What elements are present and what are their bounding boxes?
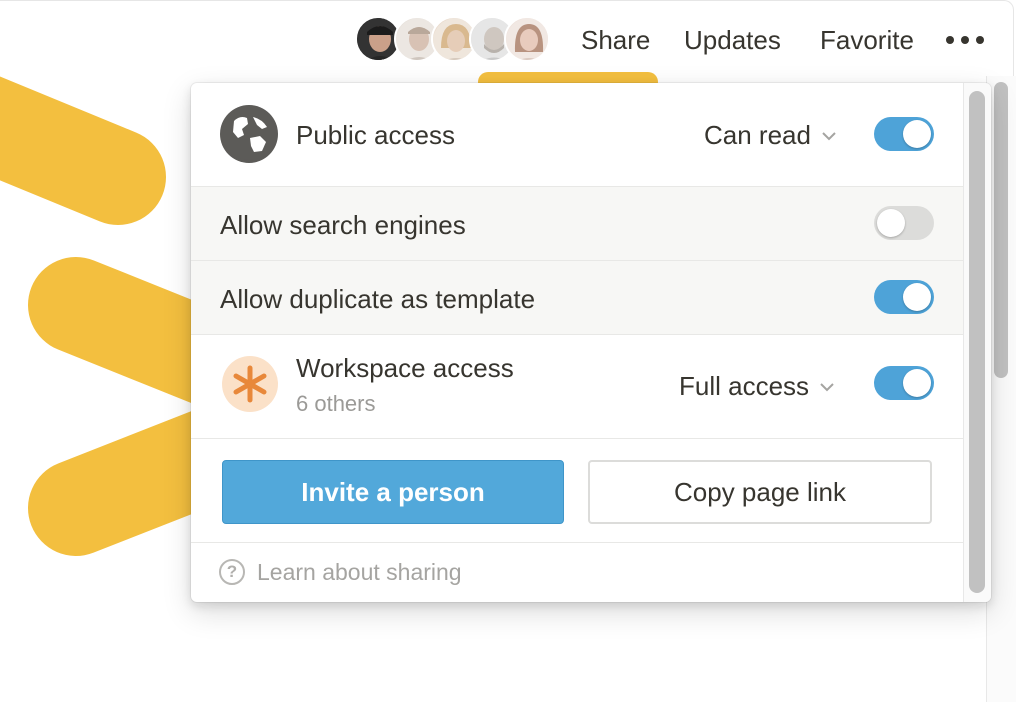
share-menu: Public access Can read Allow search engi… — [191, 83, 991, 602]
copy-page-link-button[interactable]: Copy page link — [588, 460, 932, 524]
duplicate-template-label: Allow duplicate as template — [220, 284, 536, 314]
question-circle-icon: ? — [219, 559, 245, 585]
more-horizontal-icon[interactable] — [942, 22, 988, 58]
public-access-toggle[interactable] — [874, 117, 934, 151]
divider — [191, 438, 963, 439]
public-access-permission-select[interactable]: Can read — [704, 120, 837, 151]
search-engines-label: Allow search engines — [220, 210, 466, 240]
invite-person-button[interactable]: Invite a person — [222, 460, 564, 524]
workspace-access-label: Workspace access — [296, 353, 514, 383]
public-access-permission-value: Can read — [704, 120, 811, 150]
updates-button[interactable]: Updates — [684, 22, 781, 58]
globe-icon — [220, 105, 278, 163]
asterisk-icon — [222, 356, 278, 412]
public-access-label: Public access — [296, 120, 455, 150]
workspace-access-permission-value: Full access — [679, 371, 810, 401]
avatar-5[interactable] — [504, 16, 550, 62]
share-button[interactable]: Share — [581, 22, 650, 58]
search-engines-toggle[interactable] — [874, 206, 934, 240]
workspace-access-permission-select[interactable]: Full access — [679, 371, 835, 402]
favorite-button[interactable]: Favorite — [820, 22, 914, 58]
duplicate-template-row: Allow duplicate as template — [191, 261, 963, 334]
workspace-access-toggle[interactable] — [874, 366, 934, 400]
page-scrollbar-thumb[interactable] — [994, 82, 1008, 378]
learn-about-sharing-link[interactable]: ? Learn about sharing — [219, 557, 462, 587]
search-engines-row: Allow search engines — [191, 187, 963, 260]
chevron-down-icon — [821, 131, 837, 141]
learn-about-sharing-label: Learn about sharing — [257, 558, 462, 585]
public-access-row: Public access Can read — [191, 83, 963, 186]
workspace-access-row: Workspace access 6 others Full access — [191, 335, 963, 438]
duplicate-template-toggle[interactable] — [874, 280, 934, 314]
chevron-down-icon — [819, 382, 835, 392]
menu-scrollbar-thumb[interactable] — [969, 91, 985, 593]
divider — [191, 542, 963, 543]
workspace-access-sublabel: 6 others — [296, 391, 376, 416]
